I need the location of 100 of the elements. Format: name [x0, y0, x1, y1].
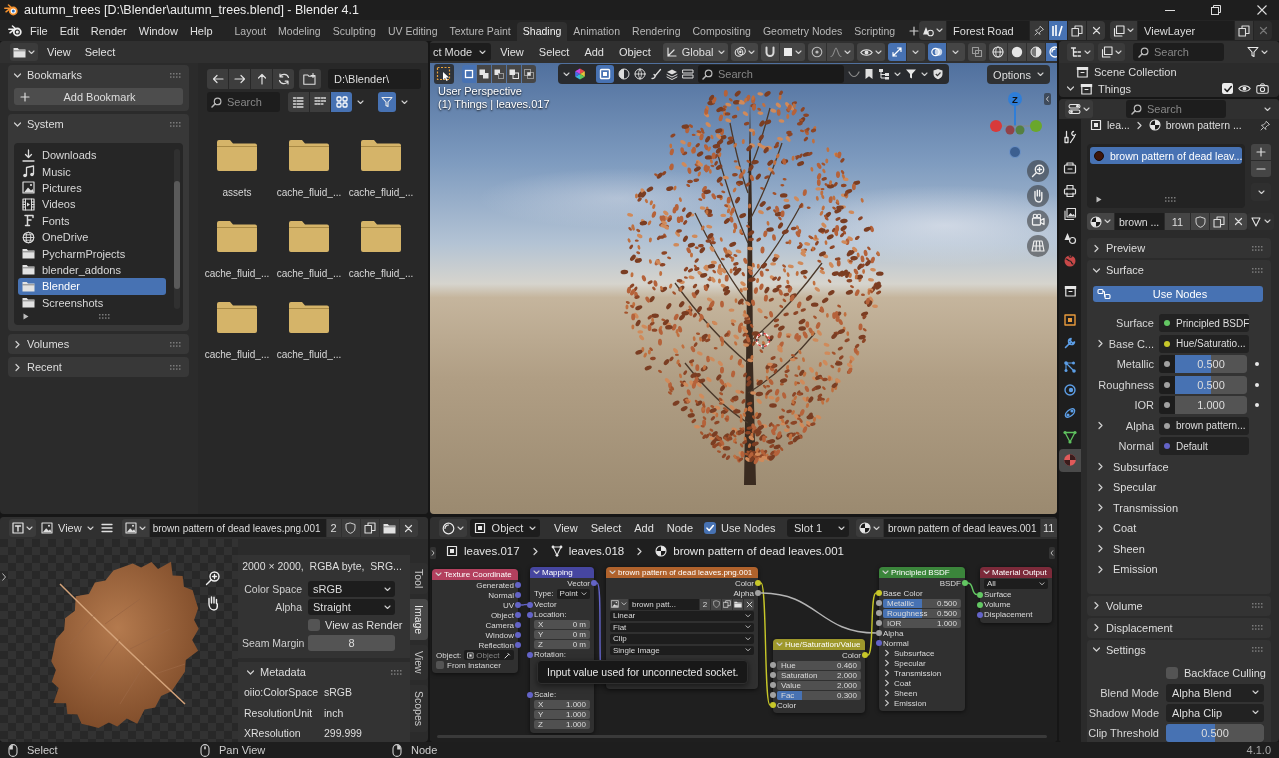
- snap-toggle[interactable]: [760, 43, 779, 61]
- file-name[interactable]: cache_fluid_...: [348, 268, 414, 279]
- shading-button[interactable]: [1026, 43, 1045, 61]
- bookmark-icon[interactable]: [864, 68, 874, 80]
- shader-node[interactable]: Material Output All Surface Volume Displacement: [980, 567, 1052, 623]
- number-field[interactable]: IOR 1.000: [883, 618, 961, 628]
- number-field[interactable]: Saturation 2.000: [777, 670, 861, 680]
- menu-item[interactable]: Help: [183, 24, 219, 37]
- layers-icon[interactable]: [666, 68, 678, 80]
- dropdown[interactable]: Clip: [610, 634, 754, 644]
- chevron-right-icon[interactable]: [1096, 544, 1105, 554]
- checkbox-label[interactable]: From Instancer: [447, 660, 501, 670]
- half-sphere-icon[interactable]: [618, 68, 630, 80]
- panel-label[interactable]: Transmission: [894, 668, 942, 678]
- remove-slot-button[interactable]: [1251, 161, 1272, 177]
- blender-logo-icon[interactable]: [8, 24, 23, 37]
- menu-item[interactable]: Window: [132, 24, 184, 37]
- xray-toggle[interactable]: [967, 43, 986, 61]
- socket-icon[interactable]: [876, 600, 882, 606]
- caret-icon[interactable]: [921, 71, 928, 77]
- chevron-right-icon[interactable]: [1096, 462, 1105, 472]
- dropdown[interactable]: Alpha Clip: [1166, 703, 1264, 722]
- chevron-right-icon[interactable]: [883, 649, 891, 657]
- image-name-field[interactable]: brown patt...: [629, 598, 699, 610]
- panel-label[interactable]: Subsurface: [894, 648, 935, 658]
- socket-dot-icon[interactable]: [1164, 320, 1170, 327]
- folder-icon[interactable]: [217, 302, 257, 333]
- add-slot-button[interactable]: [1251, 144, 1272, 160]
- chevron-right-icon[interactable]: [883, 689, 891, 697]
- image-browse-dropdown[interactable]: [610, 598, 628, 610]
- checkbox[interactable]: [308, 619, 320, 631]
- socket-icon[interactable]: [770, 702, 776, 708]
- material-name-field[interactable]: brown pattern of dead leaves.001: [884, 519, 1040, 537]
- menu-item[interactable]: Object: [612, 46, 657, 58]
- maximize-icon[interactable]: [1211, 5, 1221, 15]
- subpanel-label[interactable]: Subsurface: [1113, 460, 1169, 473]
- chevron-right-icon[interactable]: [883, 669, 891, 677]
- material-browse-dropdown[interactable]: [1087, 213, 1114, 230]
- link-field[interactable]: Default: [1159, 437, 1249, 456]
- display-mode-dropdown[interactable]: [1067, 43, 1094, 61]
- grid-icon[interactable]: [1027, 235, 1049, 257]
- dropdown[interactable]: Linear: [610, 611, 754, 621]
- shader-node[interactable]: Hue/Saturation/Value Color Hue 0.460 Saturation 2.000 Value 2.000 Fac 0.300 Color: [773, 639, 865, 713]
- sidebar-tab[interactable]: Scopes: [410, 685, 428, 733]
- file-name[interactable]: cache_fluid_...: [276, 349, 342, 360]
- sidebar-item[interactable]: Music: [18, 163, 166, 180]
- panel-label[interactable]: Sheen: [894, 688, 918, 698]
- sidebar-toggle-icon[interactable]: [1049, 547, 1055, 559]
- editor-type-dropdown[interactable]: [10, 43, 38, 61]
- dropdown[interactable]: Straight: [308, 599, 395, 615]
- socket-icon[interactable]: [876, 590, 882, 596]
- menu-item[interactable]: Select: [79, 46, 121, 58]
- number-field[interactable]: X 0 m: [534, 620, 590, 629]
- drag-handle-icon[interactable]: [170, 341, 181, 347]
- slider-field[interactable]: Fac 0.300: [777, 690, 861, 700]
- open-image-button[interactable]: [379, 519, 399, 537]
- chevron-right-icon[interactable]: [883, 659, 891, 667]
- dropdown[interactable]: Point: [556, 589, 590, 599]
- number-field[interactable]: Value 2.000: [777, 680, 861, 690]
- selection-mode-button[interactable]: [492, 65, 506, 83]
- menu-item[interactable]: Select: [585, 522, 627, 534]
- drag-handle-icon[interactable]: [1252, 267, 1263, 273]
- file-name[interactable]: cache_fluid_...: [204, 349, 270, 360]
- folder-icon[interactable]: [289, 221, 329, 252]
- drag-handle-icon[interactable]: [1252, 647, 1263, 652]
- menu-item[interactable]: View: [42, 46, 76, 58]
- pivot-dropdown[interactable]: [730, 43, 758, 61]
- panel-header[interactable]: Volumes: [8, 334, 189, 354]
- material-slot[interactable]: brown pattern of dead leav...: [1090, 147, 1243, 164]
- duplicate-button[interactable]: [360, 519, 379, 537]
- close-icon[interactable]: [1257, 5, 1267, 15]
- color-wheel-icon[interactable]: [574, 68, 586, 80]
- sidebar-toggle-icon[interactable]: [1, 572, 7, 582]
- socket-icon[interactable]: [770, 662, 776, 668]
- sidebar-item[interactable]: Fonts: [18, 212, 166, 229]
- view-menu[interactable]: View: [39, 522, 96, 534]
- drag-handle-icon[interactable]: [391, 669, 402, 675]
- sidebar-tab[interactable]: Tool: [410, 563, 428, 595]
- display-mode-button[interactable]: [331, 92, 353, 112]
- keyframe-dot-icon[interactable]: [1255, 403, 1259, 408]
- socket-dot-icon[interactable]: [1164, 443, 1170, 450]
- file-name[interactable]: assets: [222, 187, 252, 198]
- dropdown[interactable]: Alpha Blend: [1166, 683, 1264, 702]
- fake-user-button[interactable]: [341, 519, 360, 537]
- menu-item[interactable]: Select: [532, 46, 576, 58]
- socket-dot-icon[interactable]: [1164, 361, 1170, 368]
- subpanel-label[interactable]: Sheen: [1113, 542, 1145, 555]
- link-field[interactable]: Principled BSDF: [1159, 314, 1249, 333]
- visibility-dropdown[interactable]: [856, 43, 885, 61]
- number-field[interactable]: Z 1.000: [534, 720, 590, 729]
- number-field[interactable]: X 1.000: [534, 700, 590, 709]
- display-mode-button[interactable]: [309, 92, 331, 112]
- node-link[interactable]: [867, 592, 877, 656]
- hierarchy-icon[interactable]: [878, 68, 890, 80]
- drag-handle-icon[interactable]: [1252, 625, 1263, 630]
- sidebar-item[interactable]: OneDrive: [18, 228, 166, 246]
- caret-icon[interactable]: [983, 570, 990, 575]
- socket-icon[interactable]: [876, 620, 882, 626]
- socket-icon[interactable]: [962, 580, 968, 586]
- file-name[interactable]: cache_fluid_...: [204, 268, 270, 279]
